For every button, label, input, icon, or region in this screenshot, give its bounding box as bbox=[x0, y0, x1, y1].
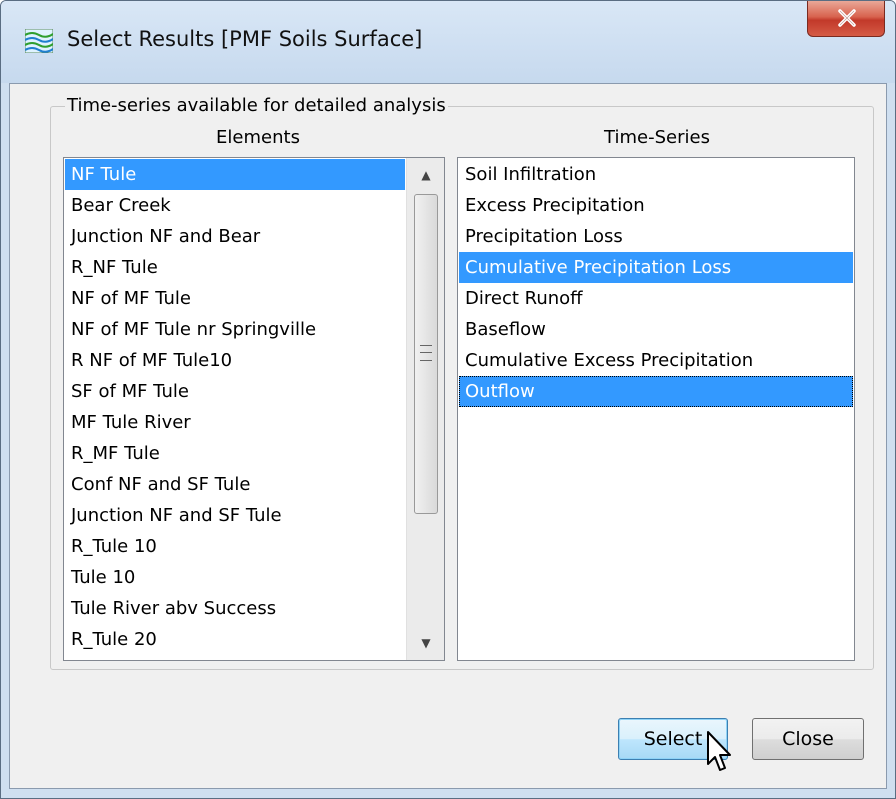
elements-list[interactable]: NF Tule Bear Creek Junction NF and Bear R_N… bbox=[63, 157, 445, 661]
list-item[interactable]: R NF of MF Tule10 bbox=[65, 345, 405, 376]
list-item[interactable]: R_Tule 20 bbox=[65, 624, 405, 655]
grip-icon bbox=[420, 345, 432, 361]
list-item[interactable]: Precipitation Loss bbox=[459, 221, 853, 252]
close-button[interactable]: Close bbox=[752, 718, 864, 760]
timeseries-groupbox: Time-series available for detailed analy… bbox=[50, 95, 874, 670]
list-item[interactable]: Soil Infiltration bbox=[459, 159, 853, 190]
list-item[interactable]: Bear Creek bbox=[65, 190, 405, 221]
timeseries-list[interactable]: Soil Infiltration Excess Precipitation Pre… bbox=[457, 157, 855, 661]
list-item[interactable]: Outflow bbox=[459, 376, 853, 407]
scroll-thumb[interactable] bbox=[414, 194, 438, 514]
timeseries-header: Time-Series bbox=[604, 127, 710, 148]
window-close-button[interactable] bbox=[807, 1, 885, 37]
list-item[interactable]: Cumulative Excess Precipitation bbox=[459, 345, 853, 376]
list-item[interactable]: Cumulative Precipitation Loss bbox=[459, 252, 853, 283]
list-item[interactable]: MF Tule River bbox=[65, 407, 405, 438]
list-item[interactable]: R_Tule 10 bbox=[65, 531, 405, 562]
list-item[interactable]: Direct Runoff bbox=[459, 283, 853, 314]
list-item[interactable]: Excess Precipitation bbox=[459, 190, 853, 221]
groupbox-legend: Time-series available for detailed analy… bbox=[65, 95, 448, 116]
scroll-up-arrow-icon[interactable]: ▲ bbox=[407, 158, 444, 192]
list-item[interactable]: R_MF Tule bbox=[65, 438, 405, 469]
dialog-body: Time-series available for detailed analy… bbox=[9, 83, 887, 789]
list-item[interactable]: NF of MF Tule nr Springville bbox=[65, 314, 405, 345]
list-item[interactable]: NF Tule bbox=[65, 159, 405, 190]
app-icon bbox=[24, 28, 54, 54]
select-results-dialog: Select Results [PMF Soils Surface] Time-… bbox=[0, 0, 896, 799]
list-item[interactable]: Conf NF and SF Tule bbox=[65, 469, 405, 500]
list-item[interactable]: Tule River abv Success bbox=[65, 593, 405, 624]
elements-header: Elements bbox=[216, 127, 300, 148]
window-title: Select Results [PMF Soils Surface] bbox=[67, 27, 423, 51]
title-bar: Select Results [PMF Soils Surface] bbox=[1, 1, 895, 83]
list-item[interactable]: Baseflow bbox=[459, 314, 853, 345]
mouse-pointer-icon bbox=[706, 730, 734, 776]
list-item[interactable]: R_NF Tule bbox=[65, 252, 405, 283]
list-item[interactable]: NF of MF Tule bbox=[65, 283, 405, 314]
elements-scrollbar[interactable]: ▲ ▼ bbox=[406, 158, 444, 660]
list-item[interactable]: SF of MF Tule bbox=[65, 376, 405, 407]
list-item[interactable]: Tule 10 bbox=[65, 562, 405, 593]
scroll-down-arrow-icon[interactable]: ▼ bbox=[407, 626, 444, 660]
list-item[interactable]: Junction NF and Bear bbox=[65, 221, 405, 252]
list-item[interactable]: Junction NF and SF Tule bbox=[65, 500, 405, 531]
